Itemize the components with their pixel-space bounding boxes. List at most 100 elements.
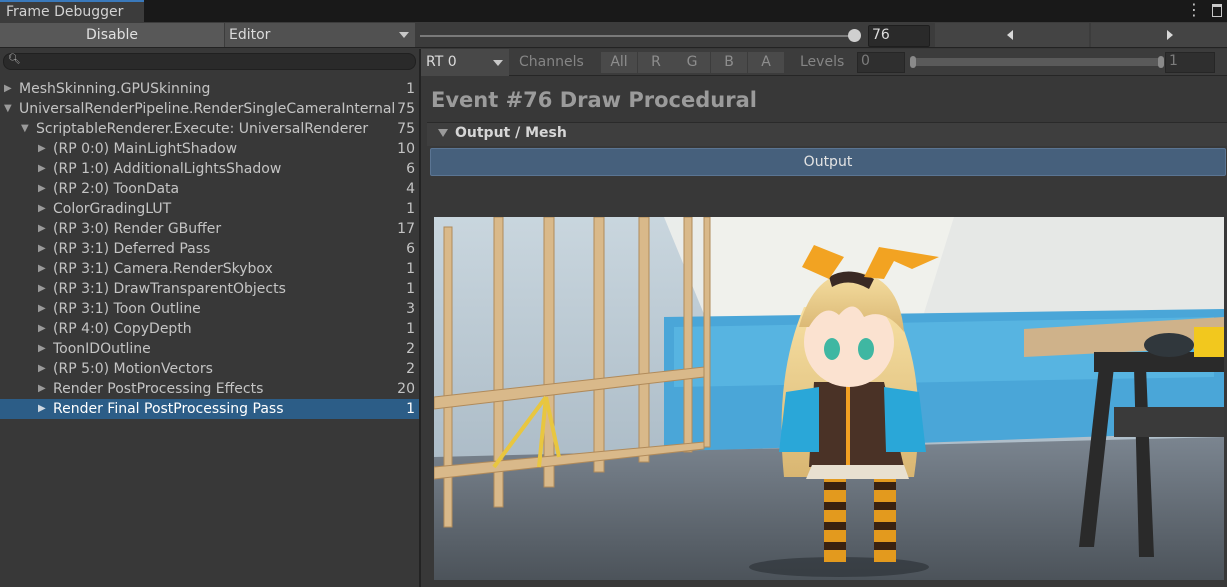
target-dropdown-label: Editor bbox=[229, 27, 271, 43]
tree-row-label: ScriptableRenderer.Execute: UniversalRen… bbox=[36, 121, 369, 137]
tree-row-label: ToonIDOutline bbox=[53, 341, 151, 357]
foldout-expanded-icon[interactable]: ▼ bbox=[4, 99, 12, 119]
tree-row-count: 2 bbox=[406, 341, 415, 357]
tree-row[interactable]: ▶ ColorGradingLUT 1 bbox=[0, 199, 419, 219]
tree-row-label: (RP 2:0) ToonData bbox=[53, 181, 180, 197]
foldout-collapsed-icon[interactable]: ▶ bbox=[38, 399, 46, 419]
foldout-collapsed-icon[interactable]: ▶ bbox=[38, 259, 46, 279]
foldout-collapsed-icon[interactable]: ▶ bbox=[38, 379, 46, 399]
tree-row-label: (RP 1:0) AdditionalLightsShadow bbox=[53, 161, 282, 177]
levels-max-field[interactable]: 1 bbox=[1165, 52, 1215, 73]
previous-event-button[interactable] bbox=[935, 23, 1089, 47]
render-target-dropdown[interactable]: RT 0 bbox=[421, 49, 509, 76]
levels-label: Levels bbox=[800, 54, 845, 70]
event-slider-handle[interactable] bbox=[848, 29, 861, 42]
tree-row-label: MeshSkinning.GPUSkinning bbox=[19, 81, 211, 97]
tree-row-label: Render PostProcessing Effects bbox=[53, 381, 264, 397]
foldout-expanded-icon[interactable] bbox=[438, 129, 448, 137]
tree-row[interactable]: ▶ (RP 2:0) ToonData 4 bbox=[0, 179, 419, 199]
tree-row[interactable]: ▶ (RP 3:1) Deferred Pass 6 bbox=[0, 239, 419, 259]
channel-all-button[interactable]: All bbox=[601, 52, 637, 73]
target-dropdown[interactable]: Editor bbox=[225, 23, 415, 47]
tree-row-count: 20 bbox=[397, 381, 415, 397]
kebab-menu-icon[interactable]: ⋮ bbox=[1186, 0, 1202, 22]
tree-row[interactable]: ▶ (RP 5:0) MotionVectors 2 bbox=[0, 359, 419, 379]
tree-row-count: 75 bbox=[397, 101, 415, 117]
tree-row-count: 1 bbox=[406, 81, 415, 97]
tree-row-count: 4 bbox=[406, 181, 415, 197]
tree-row-label: (RP 5:0) MotionVectors bbox=[53, 361, 213, 377]
render-preview-image bbox=[434, 217, 1224, 580]
search-icon: 🔍︎ bbox=[8, 54, 21, 65]
tree-row[interactable]: ▶ Render PostProcessing Effects 20 bbox=[0, 379, 419, 399]
tree-row[interactable]: ▶ (RP 4:0) CopyDepth 1 bbox=[0, 319, 419, 339]
tree-row-label: (RP 3:1) Camera.RenderSkybox bbox=[53, 261, 273, 277]
tree-row[interactable]: ▶ ToonIDOutline 2 bbox=[0, 339, 419, 359]
tree-row-count: 1 bbox=[406, 321, 415, 337]
triangle-right-icon bbox=[1167, 30, 1173, 40]
tree-row-count: 1 bbox=[406, 201, 415, 217]
tree-row-label: UniversalRenderPipeline.RenderSingleCame… bbox=[19, 101, 394, 117]
event-title: Event #76 Draw Procedural bbox=[431, 88, 757, 112]
tree-row-count: 10 bbox=[397, 141, 415, 157]
tree-row[interactable]: ▼ ScriptableRenderer.Execute: UniversalRe… bbox=[0, 119, 419, 139]
next-event-button[interactable] bbox=[1091, 23, 1227, 47]
chevron-down-icon bbox=[493, 60, 503, 66]
chevron-down-icon bbox=[399, 32, 409, 38]
event-number-field[interactable]: 76 bbox=[868, 25, 930, 47]
window-tab-bar bbox=[0, 0, 1227, 22]
tree-row-label: (RP 3:0) Render GBuffer bbox=[53, 221, 222, 237]
panel-divider[interactable] bbox=[419, 49, 421, 587]
maximize-icon[interactable] bbox=[1210, 0, 1224, 22]
triangle-left-icon bbox=[1007, 30, 1013, 40]
tree-row-label: Render Final PostProcessing Pass bbox=[53, 401, 284, 417]
channel-b-button[interactable]: B bbox=[711, 52, 747, 73]
tree-row-count: 17 bbox=[397, 221, 415, 237]
output-button[interactable]: Output bbox=[430, 148, 1226, 176]
tree-row-count: 6 bbox=[406, 161, 415, 177]
tree-row-label: (RP 3:1) DrawTransparentObjects bbox=[53, 281, 286, 297]
tree-row-label: (RP 3:1) Deferred Pass bbox=[53, 241, 211, 257]
foldout-collapsed-icon[interactable]: ▶ bbox=[38, 199, 46, 219]
channels-label: Channels bbox=[519, 54, 584, 70]
window-tab[interactable]: Frame Debugger bbox=[0, 0, 144, 22]
tree-row[interactable]: ▶ Render Final PostProcessing Pass 1 bbox=[0, 399, 419, 419]
tree-row[interactable]: ▶ MeshSkinning.GPUSkinning 1 bbox=[0, 79, 419, 99]
foldout-collapsed-icon[interactable]: ▶ bbox=[38, 279, 46, 299]
tree-row-label: (RP 0:0) MainLightShadow bbox=[53, 141, 238, 157]
disable-button[interactable]: Disable bbox=[0, 23, 224, 47]
foldout-collapsed-icon[interactable]: ▶ bbox=[38, 359, 46, 379]
tree-row-count: 6 bbox=[406, 241, 415, 257]
levels-range-slider[interactable] bbox=[910, 56, 1164, 68]
tree-row[interactable]: ▶ (RP 3:0) Render GBuffer 17 bbox=[0, 219, 419, 239]
tree-row[interactable]: ▼ UniversalRenderPipeline.RenderSingleCam… bbox=[0, 99, 419, 119]
foldout-collapsed-icon[interactable]: ▶ bbox=[38, 159, 46, 179]
channel-r-button[interactable]: R bbox=[638, 52, 674, 73]
levels-min-field[interactable]: 0 bbox=[857, 52, 905, 73]
search-input[interactable] bbox=[3, 53, 416, 70]
tree-row[interactable]: ▶ (RP 3:1) Camera.RenderSkybox 1 bbox=[0, 259, 419, 279]
tree-row-count: 75 bbox=[397, 121, 415, 137]
foldout-collapsed-icon[interactable]: ▶ bbox=[38, 139, 46, 159]
tree-row-count: 2 bbox=[406, 361, 415, 377]
channel-a-button[interactable]: A bbox=[748, 52, 784, 73]
tree-row[interactable]: ▶ (RP 1:0) AdditionalLightsShadow 6 bbox=[0, 159, 419, 179]
render-target-label: RT 0 bbox=[426, 54, 457, 70]
tree-row[interactable]: ▶ (RP 0:0) MainLightShadow 10 bbox=[0, 139, 419, 159]
tree-row[interactable]: ▶ (RP 3:1) Toon Outline 3 bbox=[0, 299, 419, 319]
foldout-collapsed-icon[interactable]: ▶ bbox=[38, 239, 46, 259]
channel-g-button[interactable]: G bbox=[674, 52, 710, 73]
foldout-collapsed-icon[interactable]: ▶ bbox=[38, 339, 46, 359]
tree-row[interactable]: ▶ (RP 3:1) DrawTransparentObjects 1 bbox=[0, 279, 419, 299]
foldout-collapsed-icon[interactable]: ▶ bbox=[38, 219, 46, 239]
tree-row-label: (RP 3:1) Toon Outline bbox=[53, 301, 201, 317]
tree-row-label: ColorGradingLUT bbox=[53, 201, 172, 217]
tree-row-count: 1 bbox=[406, 261, 415, 277]
foldout-collapsed-icon[interactable]: ▶ bbox=[38, 299, 46, 319]
foldout-collapsed-icon[interactable]: ▶ bbox=[4, 79, 12, 99]
foldout-expanded-icon[interactable]: ▼ bbox=[21, 119, 29, 139]
foldout-collapsed-icon[interactable]: ▶ bbox=[38, 319, 46, 339]
window-tab-title: Frame Debugger bbox=[6, 4, 124, 20]
event-slider-track[interactable] bbox=[420, 35, 856, 37]
foldout-collapsed-icon[interactable]: ▶ bbox=[38, 179, 46, 199]
